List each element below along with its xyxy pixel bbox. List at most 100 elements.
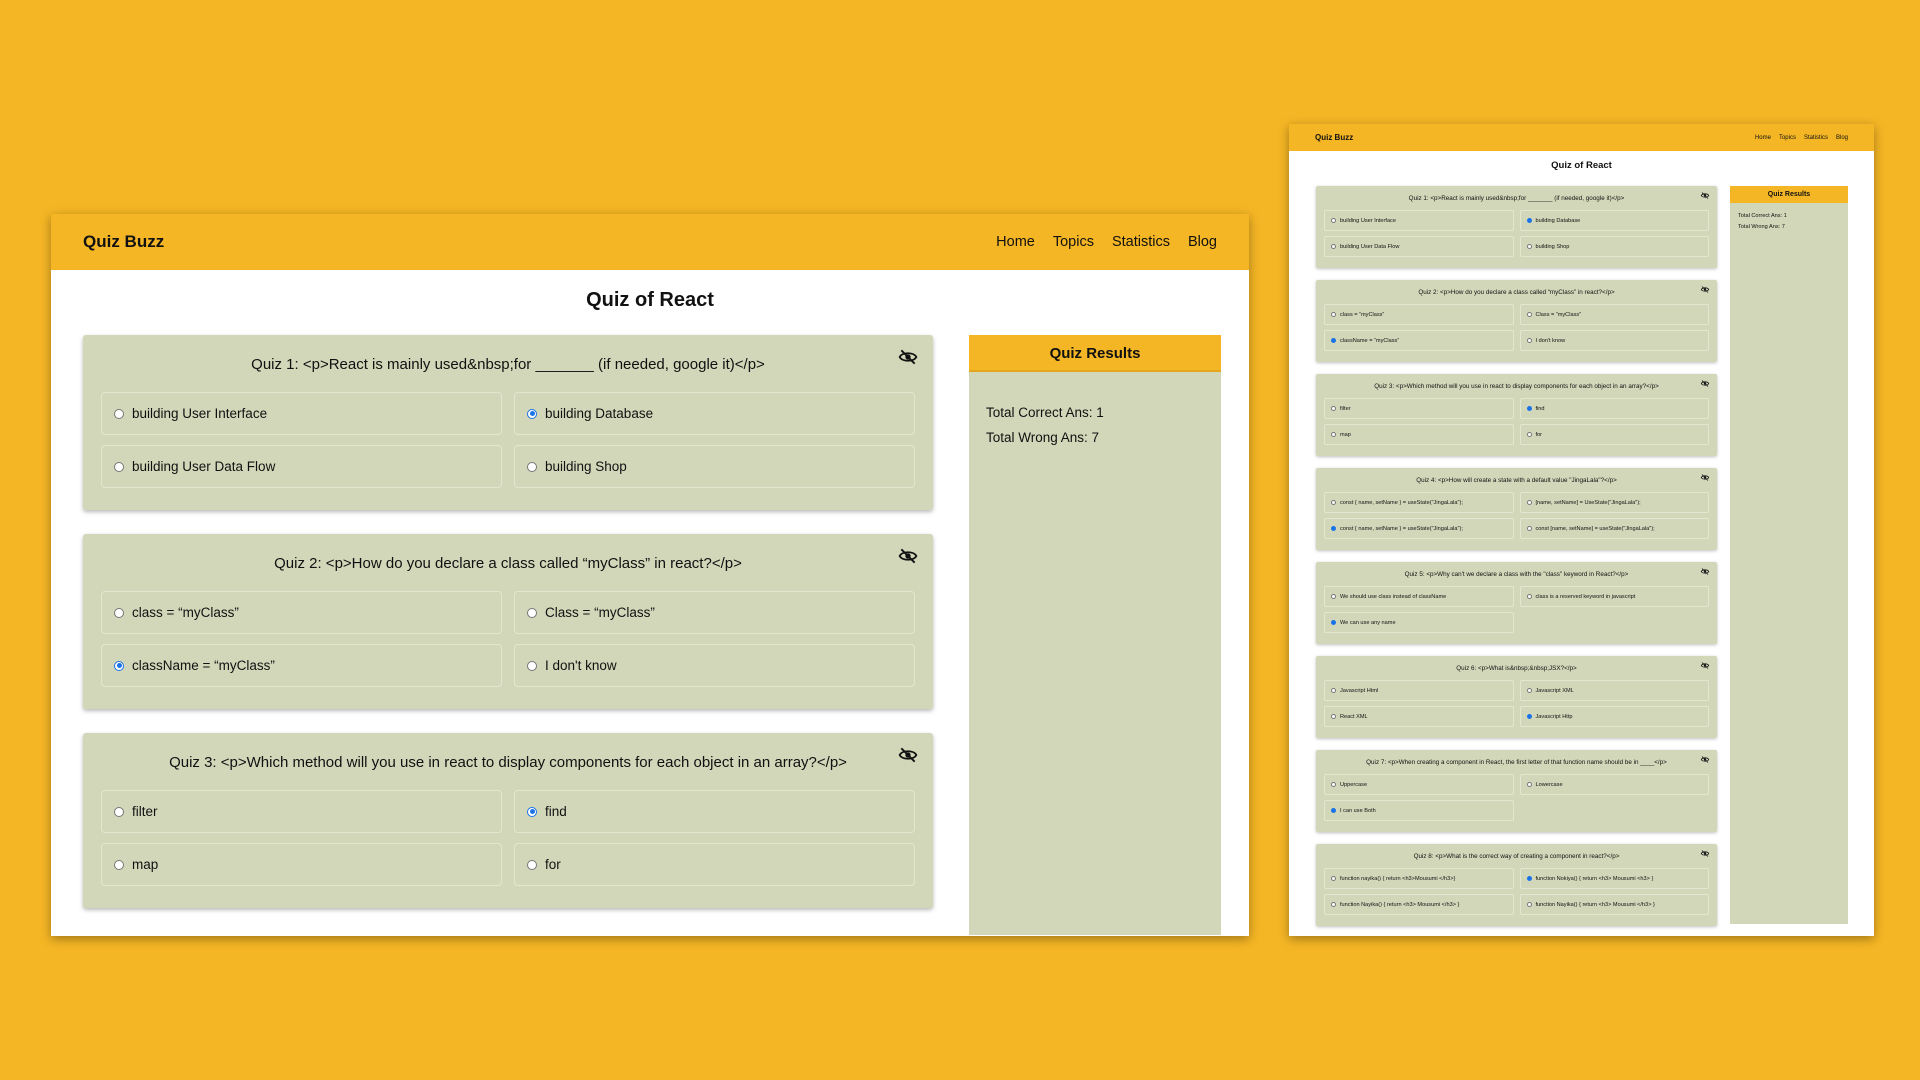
quiz-option[interactable]: function Nayika() { return <h3> Mousumi … bbox=[1519, 894, 1709, 915]
quiz-option[interactable]: const { name, setName } = useState("Jing… bbox=[1324, 492, 1514, 513]
eye-slash-icon[interactable] bbox=[897, 546, 919, 566]
radio-button[interactable] bbox=[1526, 406, 1532, 411]
quiz-option[interactable]: building Shop bbox=[1519, 236, 1709, 257]
radio-button[interactable] bbox=[114, 859, 124, 870]
radio-button[interactable] bbox=[114, 660, 124, 671]
radio-button[interactable] bbox=[1331, 218, 1336, 223]
quiz-option[interactable]: Javascript XML bbox=[1519, 680, 1709, 701]
quiz-option[interactable]: Class = “myClass” bbox=[514, 591, 915, 634]
quiz-option[interactable]: I don't know bbox=[1519, 330, 1709, 351]
quiz-option[interactable]: React XML bbox=[1324, 706, 1514, 727]
quiz-option[interactable]: function Nokiya() { return <h3> Mousumi … bbox=[1519, 868, 1709, 889]
quiz-option[interactable]: const { name, setName } = useState("Jing… bbox=[1324, 518, 1514, 539]
nav-blog-link[interactable]: Blog bbox=[1836, 135, 1848, 141]
nav-statistics-link[interactable]: Statistics bbox=[1804, 135, 1828, 141]
radio-button[interactable] bbox=[1331, 594, 1336, 599]
nav-topics-link[interactable]: Topics bbox=[1053, 234, 1094, 250]
radio-button[interactable] bbox=[1331, 808, 1336, 813]
nav-topics-link[interactable]: Topics bbox=[1779, 135, 1796, 141]
radio-button[interactable] bbox=[114, 607, 124, 618]
radio-button[interactable] bbox=[527, 806, 537, 817]
radio-button[interactable] bbox=[1526, 782, 1532, 787]
quiz-option[interactable]: find bbox=[1519, 398, 1709, 419]
quiz-option[interactable]: building Shop bbox=[514, 445, 915, 488]
radio-button[interactable] bbox=[1526, 594, 1532, 599]
radio-button[interactable] bbox=[1526, 338, 1532, 343]
quiz-option[interactable]: Javascript Html bbox=[1324, 680, 1514, 701]
radio-button[interactable] bbox=[1331, 714, 1336, 719]
quiz-option[interactable]: for bbox=[1519, 424, 1709, 445]
radio-button[interactable] bbox=[1526, 244, 1532, 249]
quiz-option[interactable]: I don't know bbox=[514, 644, 915, 687]
quiz-option[interactable]: We should use class instead of className bbox=[1324, 586, 1514, 607]
nav-statistics-link[interactable]: Statistics bbox=[1112, 234, 1170, 250]
radio-button[interactable] bbox=[527, 607, 537, 618]
radio-button[interactable] bbox=[114, 461, 124, 472]
eye-slash-icon[interactable] bbox=[1700, 191, 1710, 200]
quiz-option[interactable]: class is a reserved keyword in javascrip… bbox=[1519, 586, 1709, 607]
radio-button[interactable] bbox=[1331, 312, 1336, 317]
radio-button[interactable] bbox=[1526, 500, 1532, 505]
radio-button[interactable] bbox=[114, 408, 124, 419]
quiz-option[interactable]: map bbox=[1324, 424, 1514, 445]
nav-home-link[interactable]: Home bbox=[996, 234, 1035, 250]
radio-button[interactable] bbox=[527, 660, 537, 671]
eye-slash-icon[interactable] bbox=[1700, 661, 1710, 670]
radio-button[interactable] bbox=[1331, 620, 1336, 625]
radio-button[interactable] bbox=[1526, 432, 1532, 437]
eye-slash-icon[interactable] bbox=[897, 347, 919, 367]
quiz-option[interactable]: [name, setName] = UseState("JingaLala"); bbox=[1519, 492, 1709, 513]
radio-button[interactable] bbox=[1331, 876, 1336, 881]
radio-button[interactable] bbox=[527, 408, 537, 419]
radio-button[interactable] bbox=[1526, 902, 1532, 907]
quiz-option[interactable]: building User Data Flow bbox=[101, 445, 502, 488]
radio-button[interactable] bbox=[1331, 688, 1336, 693]
eye-slash-icon[interactable] bbox=[1700, 473, 1710, 482]
quiz-option[interactable]: Class = “myClass” bbox=[1519, 304, 1709, 325]
radio-button[interactable] bbox=[1526, 714, 1532, 719]
quiz-option[interactable]: building User Interface bbox=[1324, 210, 1514, 231]
quiz-option[interactable]: function nayika() { return <h3>Mousumi <… bbox=[1324, 868, 1514, 889]
quiz-option[interactable]: const [name, setName] = useState("JingaL… bbox=[1519, 518, 1709, 539]
quiz-option[interactable]: find bbox=[514, 790, 915, 833]
quiz-option[interactable]: className = “myClass” bbox=[101, 644, 502, 687]
quiz-option[interactable]: Lowercase bbox=[1519, 774, 1709, 795]
quiz-option[interactable]: function Nayika() { return <h3> Mousumi … bbox=[1324, 894, 1514, 915]
quiz-option[interactable]: Javascript Http bbox=[1519, 706, 1709, 727]
radio-button[interactable] bbox=[1526, 876, 1532, 881]
eye-slash-icon[interactable] bbox=[1700, 567, 1710, 576]
radio-button[interactable] bbox=[1331, 338, 1336, 343]
radio-button[interactable] bbox=[527, 461, 537, 472]
quiz-option[interactable]: map bbox=[101, 843, 502, 886]
eye-slash-icon[interactable] bbox=[1700, 755, 1710, 764]
quiz-option[interactable]: filter bbox=[101, 790, 502, 833]
nav-home-link[interactable]: Home bbox=[1755, 135, 1771, 141]
quiz-option[interactable]: building Database bbox=[514, 392, 915, 435]
radio-button[interactable] bbox=[1331, 406, 1336, 411]
radio-button[interactable] bbox=[1331, 244, 1336, 249]
radio-button[interactable] bbox=[114, 806, 124, 817]
quiz-option[interactable]: className = “myClass” bbox=[1324, 330, 1514, 351]
eye-slash-icon[interactable] bbox=[1700, 285, 1710, 294]
radio-button[interactable] bbox=[1526, 218, 1532, 223]
eye-slash-icon[interactable] bbox=[1700, 379, 1710, 388]
quiz-option[interactable]: class = “myClass” bbox=[101, 591, 502, 634]
radio-button[interactable] bbox=[1526, 526, 1532, 531]
quiz-option[interactable]: I can use Both bbox=[1324, 800, 1514, 821]
quiz-option[interactable]: building User Data Flow bbox=[1324, 236, 1514, 257]
radio-button[interactable] bbox=[1331, 902, 1336, 907]
radio-button[interactable] bbox=[1331, 432, 1336, 437]
radio-button[interactable] bbox=[1331, 526, 1336, 531]
quiz-option[interactable]: for bbox=[514, 843, 915, 886]
eye-slash-icon[interactable] bbox=[1700, 849, 1710, 858]
quiz-option[interactable]: filter bbox=[1324, 398, 1514, 419]
quiz-option[interactable]: We can use any name bbox=[1324, 612, 1514, 633]
nav-blog-link[interactable]: Blog bbox=[1188, 234, 1217, 250]
radio-button[interactable] bbox=[527, 859, 537, 870]
eye-slash-icon[interactable] bbox=[897, 745, 919, 765]
radio-button[interactable] bbox=[1526, 312, 1532, 317]
brand-logo[interactable]: Quiz Buzz bbox=[1315, 133, 1353, 142]
radio-button[interactable] bbox=[1526, 688, 1532, 693]
quiz-option[interactable]: Uppercase bbox=[1324, 774, 1514, 795]
radio-button[interactable] bbox=[1331, 500, 1336, 505]
